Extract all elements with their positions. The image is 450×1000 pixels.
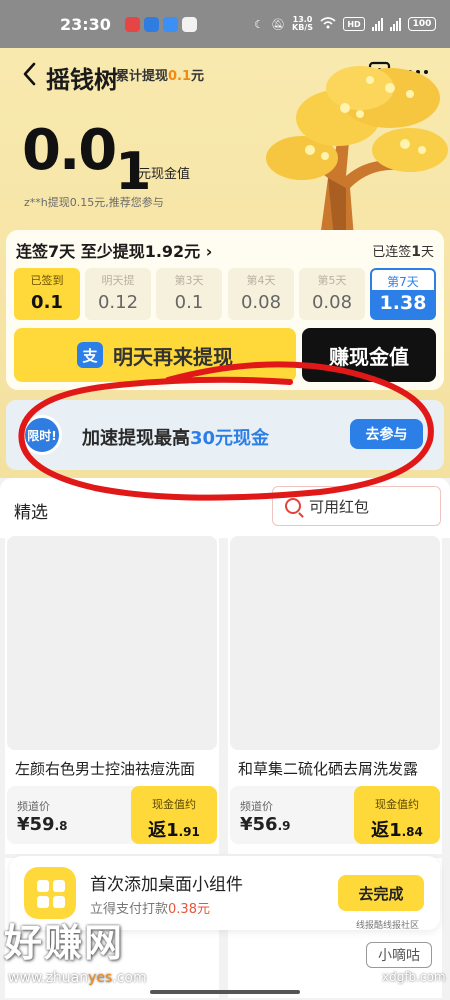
status-time: 23:30 [60, 14, 111, 34]
signal-icon [390, 17, 401, 31]
product-price: ¥56.9 [240, 814, 291, 835]
watermark-url: www.zhuanyes.com [8, 970, 147, 986]
hd-badge: HD [343, 17, 365, 31]
notification-app-icon [124, 16, 140, 32]
checkin-day-3[interactable]: 第3天 0.1 [156, 268, 222, 320]
total-withdrawn: 累计提现0.1元 [116, 69, 205, 84]
price-box: 频道价 ¥59.8 现金值约 返1.91 [7, 786, 217, 844]
status-bar: 23:30 ☾ 🔕︎ 13.0 KB/S HD 100 [0, 0, 450, 48]
checkin-title[interactable]: 连签7天 至少提现1.92元 › [16, 238, 212, 262]
checkin-streak: 已连签1天 [372, 244, 434, 260]
withdraw-tomorrow-button[interactable]: 支 明天再来提现 [14, 328, 296, 382]
promo-banner[interactable]: 限时! 加速提现最高30元现金 去参与 [6, 400, 444, 470]
checkin-day-4[interactable]: 第4天 0.08 [228, 268, 294, 320]
notification-app-icon [181, 16, 197, 32]
mute-icon: 🔕︎ [271, 17, 286, 31]
product-name: 左颜右色男士控油祛痘洗面 [15, 760, 196, 778]
product-image[interactable] [7, 536, 217, 750]
status-indicators: ☾ 🔕︎ 13.0 KB/S HD 100 [254, 16, 436, 32]
cash-balance: 0.01 [22, 118, 151, 202]
watermark-caption: 线报酷线报社区 [356, 921, 420, 931]
watermark-small: xdgfb.com [382, 970, 446, 984]
checkin-day-7[interactable]: 第7天 1.38 [370, 268, 436, 320]
promo-text: 加速提现最高30元现金 [82, 428, 270, 449]
price-box: 频道价 ¥56.9 现金值约 返1.84 [230, 786, 440, 844]
battery-icon: 100 [408, 17, 436, 31]
net-speed: 13.0 KB/S [292, 15, 313, 32]
moon-icon: ☾ [254, 17, 265, 31]
wifi-icon [320, 16, 336, 32]
page-title: 摇钱树 [46, 66, 118, 94]
product-card[interactable]: 左颜右色男士控油祛痘洗面 频道价 ¥59.8 现金值约 返1.91 [5, 536, 219, 854]
join-button[interactable]: 去参与 [350, 419, 423, 449]
checkin-card: 连签7天 至少提现1.92元 › 已连签1天 已签到 0.1 明天提 0.12 … [6, 230, 444, 390]
feed-header: 精选 可用红包 [0, 478, 450, 538]
chevron-left-icon [23, 62, 36, 86]
widget-title: 首次添加桌面小组件 [90, 875, 243, 895]
watermark-brand: 小嘀咕 [366, 942, 432, 968]
product-image[interactable] [230, 536, 440, 750]
checkin-day-2[interactable]: 明天提 0.12 [85, 268, 151, 320]
home-indicator[interactable] [150, 990, 300, 994]
cash-rebate-badge: 现金值约 返1.91 [131, 786, 217, 844]
cash-rebate-badge: 现金值约 返1.84 [354, 786, 440, 844]
search-icon [285, 498, 301, 514]
recent-withdraw-ticker: z**h提现0.15元,推荐您参与 [24, 196, 164, 209]
product-name: 和草集二硫化硒去屑洗发露 [238, 760, 419, 778]
checkin-day-1[interactable]: 已签到 0.1 [14, 268, 80, 320]
money-tree-illustration [266, 66, 448, 238]
notification-app-icon [143, 16, 159, 32]
checkin-day-5[interactable]: 第5天 0.08 [299, 268, 365, 320]
back-button[interactable] [12, 54, 46, 94]
limited-time-badge: 限时! [22, 415, 62, 455]
complete-button[interactable]: 去完成 [338, 875, 424, 911]
signal-icon [372, 17, 383, 31]
status-app-icons [124, 16, 197, 32]
feed-title: 精选 [14, 503, 48, 523]
chevron-right-icon: › [205, 242, 213, 261]
total-withdrawn-amount: 0.1 [168, 69, 192, 84]
red-packet-filter[interactable]: 可用红包 [272, 486, 441, 526]
notification-app-icon [162, 16, 178, 32]
balance-unit: 元现金值 [138, 167, 191, 182]
product-price: ¥59.8 [17, 814, 68, 835]
earn-cash-button[interactable]: 赚现金值 [302, 328, 436, 382]
product-card[interactable]: 和草集二硫化硒去屑洗发露 频道价 ¥56.9 现金值约 返1.84 [228, 536, 442, 854]
watermark-logo: 好赚网 [4, 921, 125, 965]
alipay-icon: 支 [77, 342, 103, 368]
